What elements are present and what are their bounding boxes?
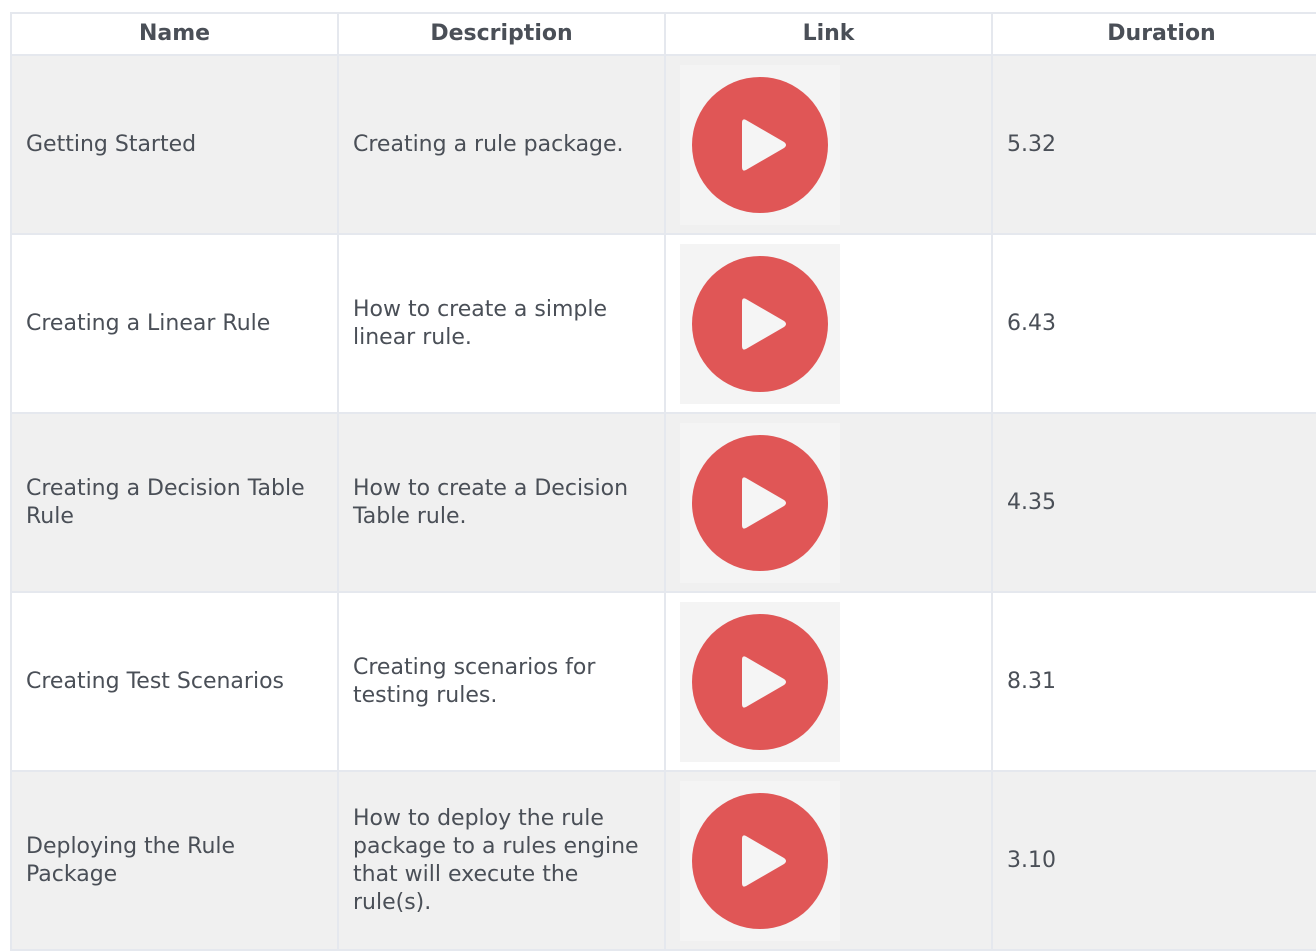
cell-duration: 4.35 [991, 412, 1316, 593]
video-table: Name Description Link Duration Getting S… [10, 12, 1316, 951]
cell-duration: 6.43 [991, 233, 1316, 414]
play-video-icon [692, 792, 828, 929]
cell-name: Getting Started [10, 54, 339, 235]
play-video-icon [692, 255, 828, 392]
cell-description: How to deploy the rule package to a rule… [337, 770, 666, 951]
play-video-icon [692, 613, 828, 750]
header-description: Description [337, 12, 666, 56]
header-duration: Duration [991, 12, 1316, 56]
play-video-link[interactable] [680, 64, 840, 225]
header-link: Link [664, 12, 993, 56]
cell-description: Creating a rule package. [337, 54, 666, 235]
play-video-icon [692, 434, 828, 571]
table-row: Getting Started Creating a rule package.… [10, 54, 1316, 235]
table-row: Creating Test Scenarios Creating scenari… [10, 591, 1316, 772]
play-video-link[interactable] [680, 780, 840, 941]
cell-link [664, 591, 993, 772]
cell-name: Creating Test Scenarios [10, 591, 339, 772]
play-video-link[interactable] [680, 422, 840, 583]
cell-name: Deploying the Rule Package [10, 770, 339, 951]
cell-duration: 8.31 [991, 591, 1316, 772]
cell-duration: 3.10 [991, 770, 1316, 951]
cell-description: Creating scenarios for testing rules. [337, 591, 666, 772]
cell-duration: 5.32 [991, 54, 1316, 235]
cell-link [664, 770, 993, 951]
play-video-link[interactable] [680, 601, 840, 762]
table-row: Creating a Decision Table Rule How to cr… [10, 412, 1316, 593]
cell-description: How to create a simple linear rule. [337, 233, 666, 414]
header-name: Name [10, 12, 339, 56]
table-row: Deploying the Rule Package How to deploy… [10, 770, 1316, 951]
table-header-row: Name Description Link Duration [10, 12, 1316, 56]
cell-name: Creating a Linear Rule [10, 233, 339, 414]
cell-link [664, 54, 993, 235]
table-row: Creating a Linear Rule How to create a s… [10, 233, 1316, 414]
cell-link [664, 412, 993, 593]
cell-name: Creating a Decision Table Rule [10, 412, 339, 593]
cell-description: How to create a Decision Table rule. [337, 412, 666, 593]
play-video-link[interactable] [680, 243, 840, 404]
cell-link [664, 233, 993, 414]
play-video-icon [692, 76, 828, 213]
